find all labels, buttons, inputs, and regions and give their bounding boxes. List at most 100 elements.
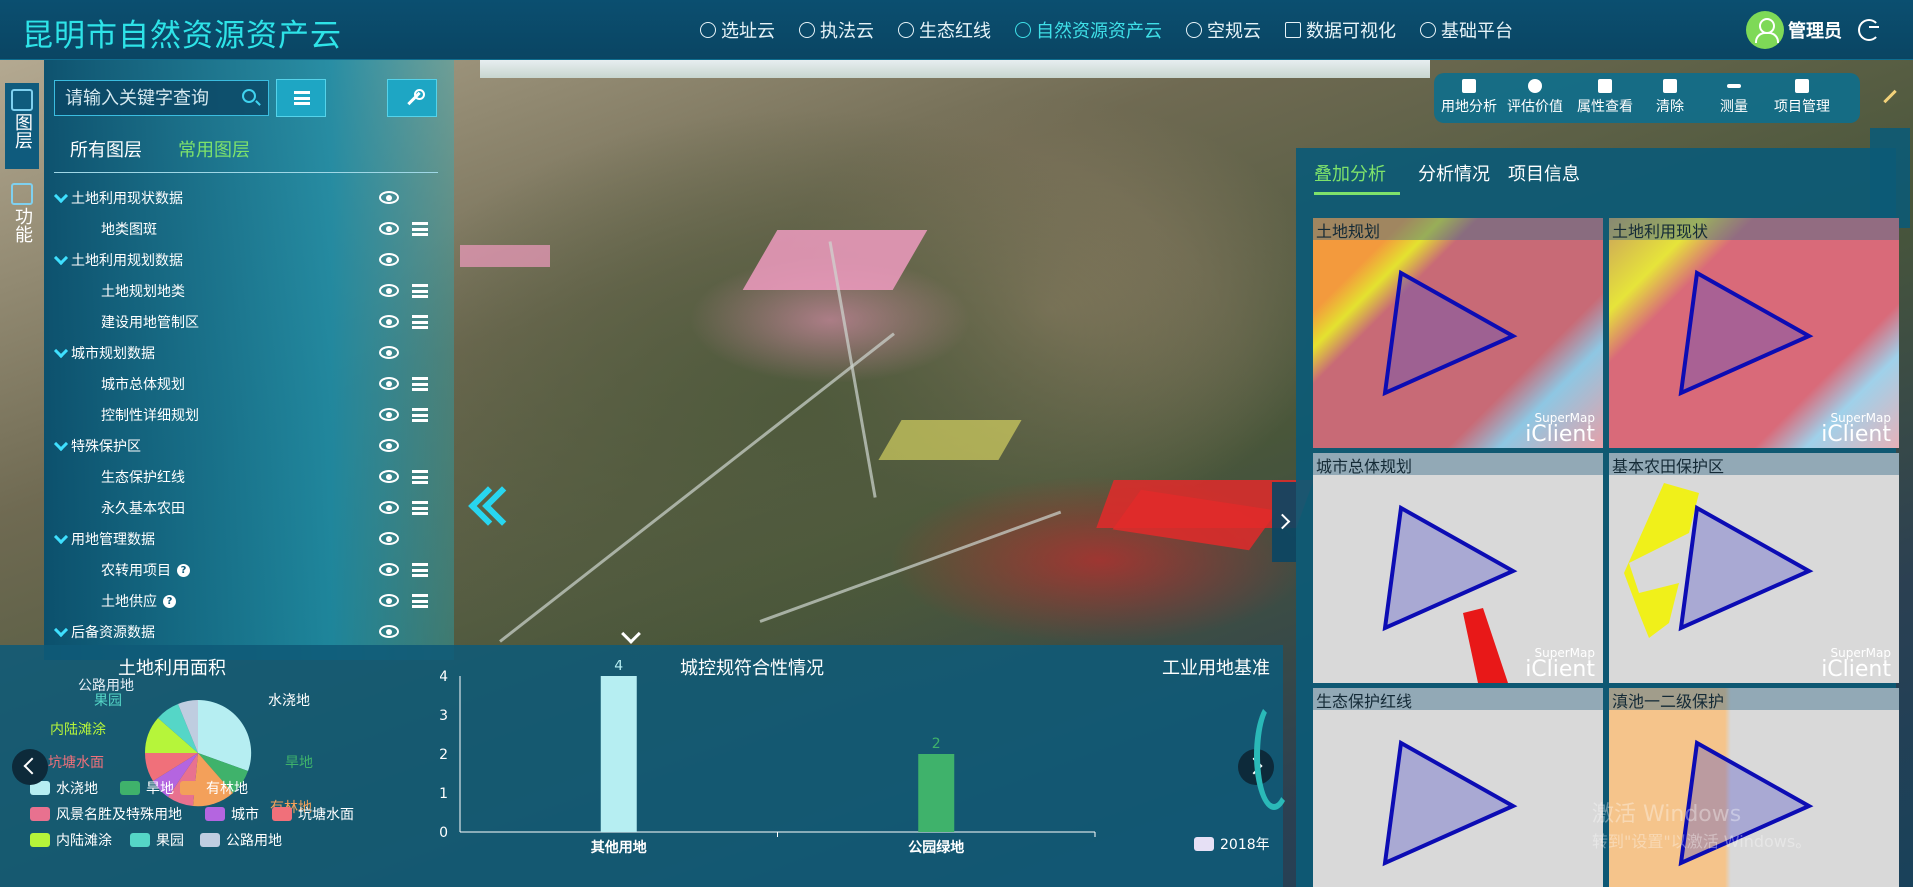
tile-label: 土地利用现状 [1609,218,1899,241]
wrench-button[interactable] [387,79,437,117]
menu-icon[interactable] [412,408,428,422]
tree-item[interactable]: 建设用地管制区 [54,310,464,334]
legend-item[interactable]: 公路用地 [200,830,282,850]
tree-item[interactable]: 生态保护红线 [54,465,464,489]
tree-group[interactable]: 城市规划数据 [53,341,464,365]
analysis-tile[interactable]: 城市总体规划 SuperMap iClient [1313,453,1603,683]
analysis-tile[interactable]: 生态保护红线 [1313,688,1603,887]
search-input[interactable] [55,81,268,115]
eye-icon[interactable] [379,253,399,266]
legend-item[interactable]: 风景名胜及特殊用地 [30,804,182,824]
nav-shengtai[interactable]: 生态红线 [898,16,991,44]
legend-item[interactable]: 内陆滩涂 [30,830,112,850]
left-rail: 图层 功能 [0,75,44,275]
eye-icon[interactable] [379,408,399,421]
logout-icon[interactable] [1858,19,1880,41]
chevron-down-icon[interactable] [53,188,69,204]
legend-label: 2018年 [1220,837,1270,853]
help-icon[interactable]: ? [163,594,176,608]
menu-icon[interactable] [412,284,428,298]
eye-icon[interactable] [379,222,399,235]
search-icon[interactable] [242,89,256,103]
eye-icon[interactable] [379,563,399,576]
legend-item[interactable]: 坑塘水面 [272,804,354,824]
attribute-view-button[interactable]: 属性查看 [1570,79,1640,116]
tab-analysis-status[interactable]: 分析情况 [1418,160,1490,186]
tree-item[interactable]: 控制性详细规划 [54,403,464,427]
legend-item[interactable]: 果园 [130,830,184,850]
menu-icon[interactable] [412,222,428,236]
cube-icon [1420,22,1436,38]
menu-icon[interactable] [412,315,428,329]
nav-shuju[interactable]: 数据可视化 [1285,16,1396,44]
clear-button[interactable]: 清除 [1635,79,1705,116]
pie-label: 内陆滩涂 [50,722,106,738]
legend-item[interactable]: 城市 [205,804,259,824]
land-analysis-button[interactable]: 用地分析 [1434,79,1504,116]
tree-item[interactable]: 城市总体规划 [54,372,464,396]
tree-label: 城市规划数据 [71,346,155,362]
analysis-tile[interactable]: 滇池一二级保护 [1609,688,1899,887]
legend-item[interactable]: 有林地 [180,778,248,798]
eye-icon[interactable] [379,377,399,390]
chevron-down-icon[interactable] [53,622,69,638]
chevron-down-icon[interactable] [53,436,69,452]
chevron-down-icon[interactable] [53,343,69,359]
nav-jichu[interactable]: 基础平台 [1420,16,1513,44]
eye-icon[interactable] [379,439,399,452]
menu-icon[interactable] [412,377,428,391]
tree-item[interactable]: 永久基本农田 [54,496,464,520]
help-icon[interactable]: ? [177,563,190,577]
user-menu[interactable]: 管理员 [1746,11,1842,49]
analysis-tile[interactable]: 基本农田保护区 SuperMap iClient [1609,453,1899,683]
menu-icon[interactable] [412,501,428,515]
evaluate-value-button[interactable]: 评估价值 [1500,79,1570,116]
eye-icon[interactable] [379,470,399,483]
eye-icon[interactable] [379,501,399,514]
wrench-icon[interactable] [1882,86,1900,104]
eye-icon[interactable] [379,284,399,297]
toolbar-label: 评估价值 [1507,99,1563,115]
project-manage-button[interactable]: 项目管理 [1767,79,1837,116]
eye-icon[interactable] [379,594,399,607]
nav-label: 执法云 [820,21,874,42]
tree-item[interactable]: 地类图斑 [54,217,464,241]
prev-chart-button[interactable] [12,749,48,785]
tree-group[interactable]: 土地利用现状数据 [53,186,464,210]
tree-group[interactable]: 特殊保护区 [53,434,464,458]
eye-icon[interactable] [379,625,399,638]
analysis-tile[interactable]: 土地利用现状 SuperMap iClient [1609,218,1899,448]
tree-item[interactable]: 土地供应? [54,589,464,613]
eye-icon[interactable] [379,315,399,328]
nav-ziran-active[interactable]: 自然资源资产云 [1015,16,1162,44]
rail-tab-layers[interactable]: 图层 [5,83,39,169]
chevron-down-icon[interactable] [53,250,69,266]
tab-overlay-analysis[interactable]: 叠加分析 [1314,160,1386,186]
tab-common-layers[interactable]: 常用图层 [178,136,250,162]
rail-tab-functions[interactable]: 功能 [5,177,39,263]
tree-item[interactable]: 农转用项目? [54,558,464,582]
nav-label: 空规云 [1207,21,1261,42]
tree-item[interactable]: 土地规划地类 [54,279,464,303]
eye-icon[interactable] [379,191,399,204]
menu-icon[interactable] [412,470,428,484]
legend-item[interactable]: 旱地 [120,778,174,798]
nav-zhifa[interactable]: 执法云 [799,16,874,44]
tab-all-layers[interactable]: 所有图层 [70,136,142,162]
eye-icon[interactable] [379,532,399,545]
menu-icon[interactable] [412,594,428,608]
nav-konggui[interactable]: 空规云 [1186,16,1261,44]
menu-icon[interactable] [412,563,428,577]
nav-xuanzhi[interactable]: 选址云 [700,16,775,44]
tab-project-info[interactable]: 项目信息 [1508,160,1580,186]
collapse-panel-icon[interactable] [468,484,514,530]
list-button[interactable] [276,79,326,117]
chevron-down-icon[interactable] [53,529,69,545]
tree-group[interactable]: 后备资源数据 [53,620,464,644]
analysis-tile[interactable]: 土地规划 SuperMap iClient [1313,218,1603,448]
tree-group[interactable]: 用地管理数据 [53,527,464,551]
eye-icon[interactable] [379,346,399,359]
expand-panel-icon[interactable] [1272,482,1296,562]
tree-group[interactable]: 土地利用规划数据 [53,248,464,272]
measure-button[interactable]: 测量 [1699,79,1769,116]
